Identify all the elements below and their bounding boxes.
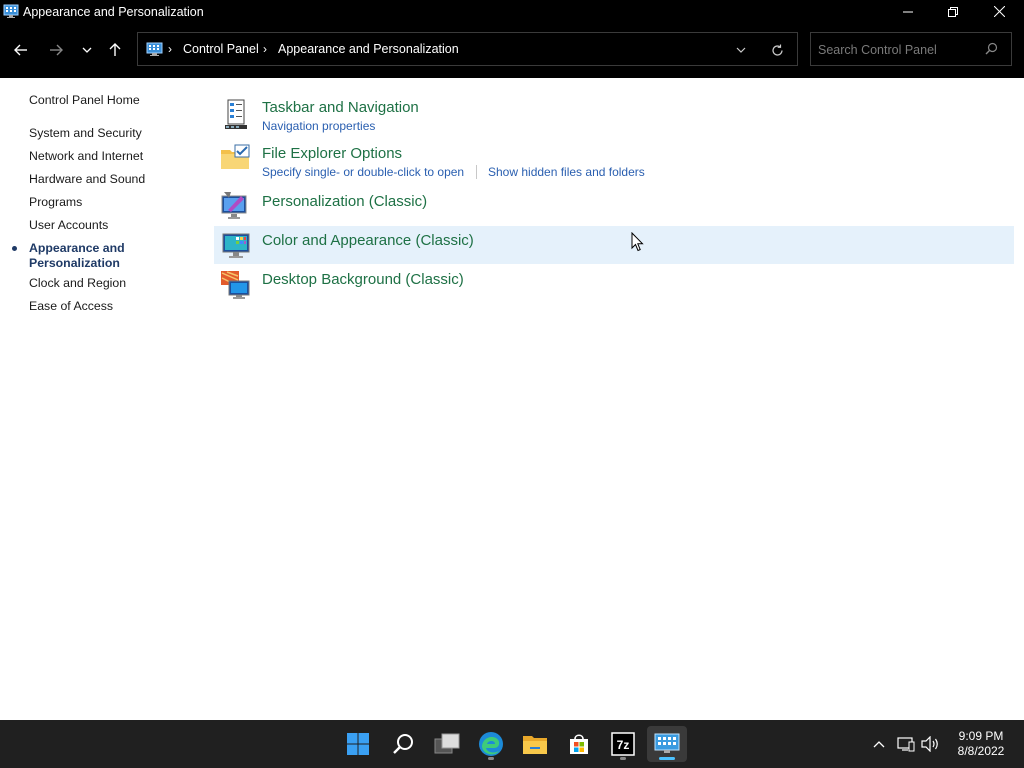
single-double-click-link[interactable]: Specify single- or double-click to open (262, 165, 464, 179)
category-taskbar-navigation: Taskbar and Navigation Navigation proper… (214, 94, 1014, 134)
arrow-left-icon (14, 44, 27, 56)
category-list: Taskbar and Navigation Navigation proper… (214, 78, 1024, 720)
sidebar-item-programs[interactable]: Programs (29, 195, 82, 210)
sidebar-item-network-internet[interactable]: Network and Internet (29, 149, 143, 164)
close-button[interactable] (976, 0, 1022, 23)
back-button[interactable] (9, 38, 33, 62)
search-box[interactable] (810, 32, 1012, 66)
start-button[interactable] (338, 726, 378, 762)
search-icon[interactable] (985, 42, 998, 55)
start-icon (347, 733, 369, 755)
svg-text:7z: 7z (617, 738, 630, 752)
recent-locations-button[interactable] (75, 38, 99, 62)
left-pane: Control Panel Home System and Security N… (0, 78, 200, 720)
edge-icon (479, 732, 503, 756)
refresh-button[interactable] (766, 41, 788, 59)
taskbar-icon (225, 99, 247, 129)
control-panel-home-link[interactable]: Control Panel Home (29, 93, 140, 108)
control-panel-icon (654, 733, 680, 753)
sidebar-item-system-security[interactable]: System and Security (29, 126, 142, 141)
volume-button[interactable] (920, 735, 940, 753)
close-icon (993, 6, 1005, 17)
folder-options-icon (221, 144, 250, 169)
volume-icon (921, 736, 938, 752)
chevron-down-icon (82, 47, 92, 53)
navigation-bar: › Control Panel › Appearance and Persona… (0, 23, 1024, 78)
category-title[interactable]: Color and Appearance (Classic) (262, 232, 474, 249)
category-color-appearance[interactable]: Color and Appearance (Classic) (214, 226, 1014, 264)
show-hidden-files-link[interactable]: Show hidden files and folders (488, 165, 645, 179)
sidebar-item-hardware-sound[interactable]: Hardware and Sound (29, 172, 145, 187)
restore-button[interactable] (930, 0, 976, 23)
desktop-background-icon (221, 271, 250, 299)
file-explorer-button[interactable] (515, 726, 555, 762)
task-view-button[interactable] (427, 726, 467, 762)
show-hidden-icons-button[interactable] (869, 735, 889, 753)
refresh-icon (771, 44, 783, 56)
arrow-up-icon (109, 43, 121, 56)
7zip-icon: 7z (611, 732, 635, 756)
arrow-right-icon (50, 44, 63, 56)
breadcrumb-control-panel[interactable]: Control Panel (183, 42, 259, 56)
category-file-explorer-options: File Explorer Options Specify single- or… (214, 140, 1014, 182)
link-divider (476, 165, 477, 179)
sidebar-item-clock-region[interactable]: Clock and Region (29, 276, 126, 291)
breadcrumb-separator-icon[interactable]: › (168, 42, 172, 56)
category-title[interactable]: File Explorer Options (262, 145, 402, 162)
task-view-icon (434, 733, 460, 754)
category-title[interactable]: Taskbar and Navigation (262, 99, 419, 116)
category-personalization: Personalization (Classic) (214, 188, 1014, 224)
breadcrumb-appearance[interactable]: Appearance and Personalization (278, 42, 459, 56)
minimize-button[interactable] (885, 0, 931, 23)
clock-date: 8/8/2022 (957, 744, 1005, 758)
address-dropdown-button[interactable] (731, 41, 751, 59)
7zip-button[interactable]: 7z (603, 726, 643, 762)
edge-button[interactable] (471, 726, 511, 762)
category-title[interactable]: Personalization (Classic) (262, 193, 427, 210)
network-button[interactable] (896, 735, 916, 753)
minimize-icon (903, 11, 913, 12)
category-title[interactable]: Desktop Background (Classic) (262, 271, 464, 288)
file-explorer-icon (523, 736, 547, 754)
navigation-properties-link[interactable]: Navigation properties (262, 119, 375, 133)
address-bar[interactable]: › Control Panel › Appearance and Persona… (137, 32, 798, 66)
personalization-icon (221, 192, 247, 219)
store-icon (570, 734, 588, 754)
restore-icon (948, 6, 958, 17)
category-desktop-background: Desktop Background (Classic) (214, 266, 1014, 304)
search-input[interactable] (818, 41, 978, 59)
active-bullet-icon (12, 246, 17, 251)
search-icon (393, 734, 413, 754)
mouse-cursor-icon (631, 232, 644, 252)
running-indicator (620, 757, 626, 760)
running-indicator (488, 757, 494, 760)
control-panel-icon (146, 42, 163, 56)
sidebar-item-ease-of-access[interactable]: Ease of Access (29, 299, 113, 314)
control-panel-icon (3, 4, 19, 18)
microsoft-store-button[interactable] (559, 726, 599, 762)
chevron-down-icon (736, 47, 746, 53)
taskbar: 7z 9:09 PM 8/8/2022 (0, 720, 1024, 768)
sidebar-item-user-accounts[interactable]: User Accounts (29, 218, 108, 233)
control-panel-taskbar-button[interactable] (647, 726, 687, 762)
sidebar-item-appearance-personalization: Appearance and Personalization (29, 241, 125, 270)
taskbar-search-button[interactable] (383, 726, 423, 762)
title-bar: Appearance and Personalization (0, 0, 1024, 23)
network-icon (897, 737, 915, 752)
forward-button[interactable] (44, 38, 68, 62)
color-appearance-icon (222, 233, 250, 258)
up-button[interactable] (103, 38, 127, 62)
chevron-up-icon (873, 741, 885, 748)
taskbar-clock[interactable]: 9:09 PM 8/8/2022 (950, 729, 1012, 759)
active-indicator (659, 757, 675, 760)
window-title: Appearance and Personalization (23, 5, 204, 19)
clock-time: 9:09 PM (958, 729, 1004, 743)
breadcrumb-separator-icon[interactable]: › (263, 42, 267, 56)
